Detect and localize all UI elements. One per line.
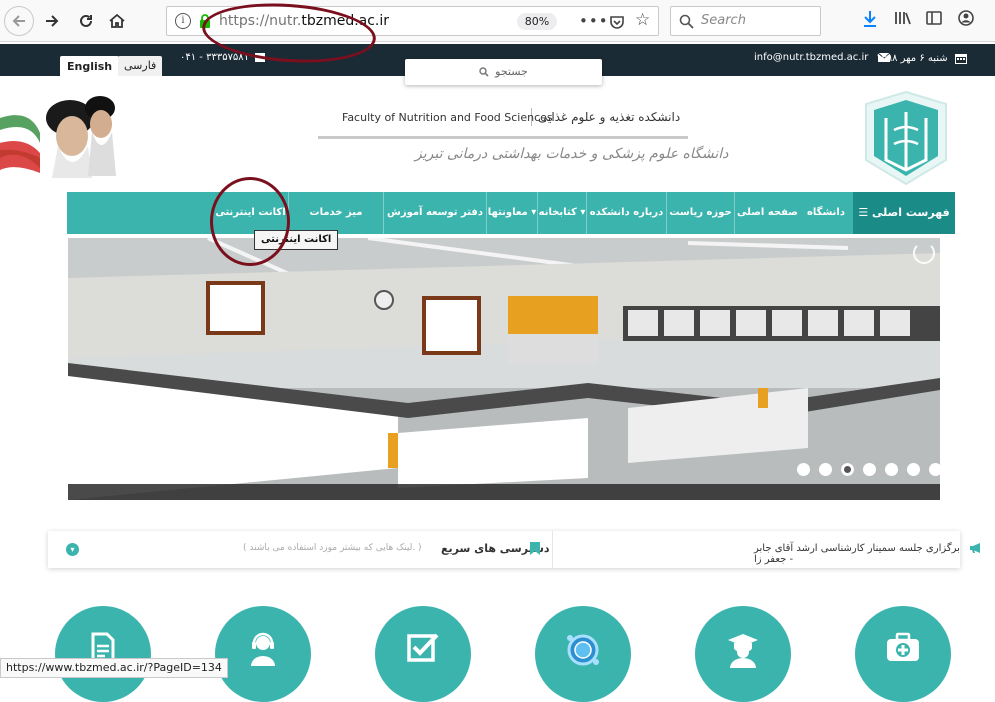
quick-link-network[interactable]: [535, 606, 631, 702]
back-button[interactable]: [4, 6, 34, 36]
graduate-icon: [728, 634, 758, 668]
title-underline: [318, 136, 688, 139]
bookmark-star-icon[interactable]: ☆: [635, 10, 650, 30]
date-display: شنبه ۶ مهر ۱۳۹۸: [876, 52, 967, 64]
lang-persian-tab[interactable]: فارسی: [118, 56, 163, 76]
email-text: info@nutr.tbzmed.ac.ir: [754, 52, 869, 63]
slider-loading-icon: [913, 242, 935, 264]
hamburger-icon: ☰: [858, 206, 869, 219]
support-agent-icon: [251, 632, 275, 666]
slider-dot[interactable]: [841, 463, 854, 476]
hero-slider-image: [68, 238, 940, 500]
slider-dot[interactable]: [907, 463, 920, 476]
quick-link-students[interactable]: [695, 606, 791, 702]
news-ticker-item[interactable]: برگزاری جلسه سمینار کارشناسی ارشد آقای ج…: [754, 543, 960, 565]
quick-access-subtitle: ( لینک هایی که بیشتر مورد استفاده می باش…: [243, 543, 422, 553]
email-address: info@nutr.tbzmed.ac.ir: [754, 52, 890, 63]
main-menu-button[interactable]: ☰ فهرست اصلی: [853, 192, 955, 234]
quick-link-support[interactable]: [215, 606, 311, 702]
nav-item-deputies-label: معاونتها: [487, 207, 528, 218]
nav-item-university[interactable]: دانشگاه: [800, 192, 852, 234]
quick-link-tasks[interactable]: [375, 606, 471, 702]
home-icon: [109, 13, 125, 28]
info-icon[interactable]: i: [175, 13, 191, 29]
megaphone-icon: [970, 543, 980, 553]
site-search-input[interactable]: جستجو: [405, 59, 602, 85]
page-actions-icon[interactable]: •••: [579, 12, 609, 30]
medical-kit-icon: [887, 632, 919, 661]
slider-pagination: [797, 463, 942, 476]
calendar-icon: [954, 54, 967, 64]
nav-item-e-services[interactable]: میز خدمات الکترونیکی: [288, 192, 383, 260]
quickbar-divider: [552, 531, 553, 568]
browser-toolbar: i https://nutr.tbzmed.ac.ir 80% ••• ☆ Se…: [0, 0, 995, 42]
forward-arrow-icon: [46, 15, 59, 27]
quick-access-bar: ▾ ( لینک هایی که بیشتر مورد استفاده می ب…: [48, 531, 980, 568]
reload-icon: [80, 14, 92, 27]
main-navbar: ☰ فهرست اصلی دانشگاه صفحه اصلی حوزه ریاس…: [67, 192, 955, 260]
nav-item-deputies[interactable]: معاونتها ▾: [486, 192, 537, 234]
nav-item-library[interactable]: کتابخانه ▾: [537, 192, 586, 234]
browser-status-url: https://www.tbzmed.ac.ir/?PageID=134: [0, 658, 228, 678]
home-button[interactable]: [103, 7, 131, 35]
nav-item-library-label: کتابخانه: [538, 207, 577, 218]
date-text: شنبه ۶ مهر ۱۳۹۸: [876, 53, 948, 64]
nav-item-home[interactable]: صفحه اصلی: [734, 192, 800, 234]
leaders-portrait-image: [0, 96, 116, 178]
quick-link-documents[interactable]: [55, 606, 151, 702]
slider-dot[interactable]: [929, 463, 942, 476]
back-arrow-icon: [12, 15, 25, 27]
chevron-down-icon[interactable]: ▾: [66, 543, 79, 556]
account-icon[interactable]: [958, 10, 974, 26]
nav-item-presidency[interactable]: حوزه ریاست ▾: [666, 192, 734, 260]
slider-dot[interactable]: [797, 463, 810, 476]
checkbox-icon: [407, 633, 439, 662]
dropdown-icon: ▾: [527, 207, 537, 218]
site-search-placeholder: جستجو: [495, 65, 528, 78]
browser-search-input[interactable]: Search: [670, 6, 821, 36]
slider-dot[interactable]: [819, 463, 832, 476]
slider-dot[interactable]: [885, 463, 898, 476]
reload-button[interactable]: [72, 7, 100, 35]
forward-button[interactable]: [38, 7, 66, 35]
sidebar-icon[interactable]: [926, 10, 942, 26]
search-placeholder: Search: [701, 13, 746, 28]
search-icon: [679, 14, 694, 29]
quick-link-health[interactable]: [855, 606, 951, 702]
faculty-title-persian: دانشکده تغذیه و علوم غذایی: [538, 110, 681, 124]
globe-icon: [567, 634, 599, 666]
search-icon: [479, 67, 489, 77]
library-icon[interactable]: [894, 10, 912, 26]
nav-item-about[interactable]: درباره دانشکده ▾: [586, 192, 666, 260]
pocket-icon[interactable]: [609, 14, 625, 30]
nav-item-presidency-label: حوزه ریاست: [669, 207, 732, 218]
dropdown-icon: ▾: [576, 207, 586, 218]
university-logo[interactable]: [864, 90, 948, 186]
main-menu-label: فهرست اصلی: [872, 206, 950, 219]
university-calligraphy: دانشگاه علوم پزشکی و خدمات بهداشتی درمان…: [415, 146, 729, 162]
zoom-indicator[interactable]: 80%: [517, 13, 557, 30]
nav-item-edu-development-label: دفتر توسعه آموزش: [387, 207, 483, 218]
nav-item-about-label: درباره دانشکده: [589, 207, 664, 218]
nav-item-edu-development[interactable]: دفتر توسعه آموزش ▾: [383, 192, 486, 260]
faculty-title-english: Faculty of Nutrition and Food Sciences: [342, 111, 553, 124]
slider-dot[interactable]: [863, 463, 876, 476]
annotation-circle-nav: [210, 177, 290, 266]
lang-english-tab[interactable]: English: [60, 56, 120, 76]
download-icon[interactable]: [862, 10, 878, 28]
